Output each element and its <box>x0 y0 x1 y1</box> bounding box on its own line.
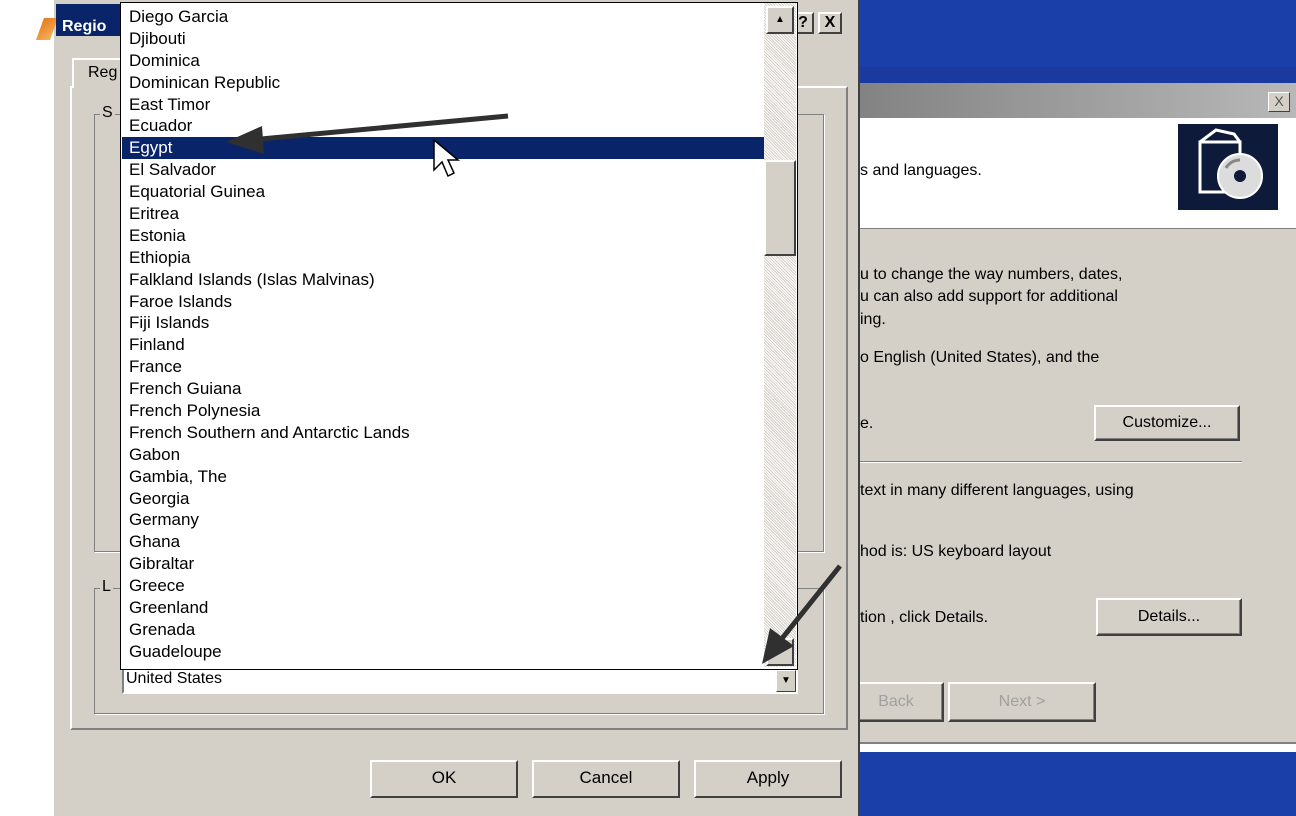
list-item[interactable]: French Southern and Antarctic Lands <box>122 422 764 444</box>
list-item[interactable]: Greenland <box>122 597 764 619</box>
list-item[interactable]: French Guiana <box>122 378 764 400</box>
list-item[interactable]: Gambia, The <box>122 466 764 488</box>
chevron-down-icon[interactable]: ▼ <box>776 670 796 692</box>
customize-button[interactable]: Customize... <box>1094 405 1240 441</box>
list-item[interactable]: Guadeloupe <box>122 641 764 663</box>
list-item[interactable]: East Timor <box>122 94 764 116</box>
list-item[interactable]: Grenada <box>122 619 764 641</box>
list-item[interactable]: Gibraltar <box>122 553 764 575</box>
scroll-down-arrow-icon[interactable]: ▼ <box>766 638 794 666</box>
cancel-button[interactable]: Cancel <box>532 760 680 798</box>
wizard-locale-text: o English (United States), and the <box>860 349 1100 366</box>
list-item[interactable]: Falkland Islands (Islas Malvinas) <box>122 269 764 291</box>
scroll-up-arrow-icon[interactable]: ▲ <box>766 6 794 34</box>
dropdown-scrollbar[interactable] <box>764 3 796 667</box>
country-list: Diego Garcia Djibouti Dominica Dominican… <box>122 6 764 663</box>
standards-group-label: S <box>100 104 115 122</box>
wizard-bottom-separator <box>838 742 1296 744</box>
wizard-details-line: tion , click Details. <box>860 609 989 626</box>
list-item[interactable]: Eritrea <box>122 203 764 225</box>
wizard-text-input-line: text in many different languages, using <box>860 482 1134 499</box>
wizard-separator <box>860 461 1242 463</box>
list-item[interactable]: French Polynesia <box>122 400 764 422</box>
list-item[interactable]: Georgia <box>122 488 764 510</box>
location-select-value: United States <box>126 670 223 687</box>
apply-button[interactable]: Apply <box>694 760 842 798</box>
wizard-desc-line3: ing. <box>860 311 886 328</box>
list-item[interactable]: France <box>122 356 764 378</box>
list-item[interactable]: Ghana <box>122 531 764 553</box>
list-item[interactable]: Ethiopia <box>122 247 764 269</box>
wizard-close-button[interactable]: X <box>1268 92 1290 112</box>
ok-button[interactable]: OK <box>370 760 518 798</box>
dialog-title: Regio <box>62 18 107 35</box>
next-button[interactable]: Next > <box>948 682 1096 722</box>
list-item[interactable]: Gabon <box>122 444 764 466</box>
list-item-selected[interactable]: Egypt <box>122 137 764 160</box>
wizard-desc-line2: u can also add support for additional <box>860 288 1118 305</box>
location-group-label: L <box>100 578 113 596</box>
wizard-title-bar <box>838 83 1296 118</box>
list-item[interactable]: Finland <box>122 334 764 356</box>
details-button[interactable]: Details... <box>1096 598 1242 636</box>
list-item[interactable]: Dominica <box>122 50 764 72</box>
wizard-line-e: e. <box>860 415 874 432</box>
wizard-keyboard-line: hod is: US keyboard layout <box>860 543 1052 560</box>
close-button[interactable]: X <box>818 12 842 34</box>
list-item[interactable]: Fiji Islands <box>122 312 764 334</box>
list-item[interactable]: El Salvador <box>122 159 764 181</box>
list-item[interactable]: Estonia <box>122 225 764 247</box>
list-item[interactable]: Djibouti <box>122 28 764 50</box>
wizard-desc-line1: u to change the way numbers, dates, <box>860 266 1123 283</box>
list-item[interactable]: Faroe Islands <box>122 291 764 313</box>
list-item[interactable]: Greece <box>122 575 764 597</box>
list-item[interactable]: Germany <box>122 509 764 531</box>
scrollbar-thumb[interactable] <box>764 160 796 256</box>
setup-disc-icon <box>1178 124 1278 210</box>
list-item[interactable]: Ecuador <box>122 115 764 137</box>
tab-regional-label: Reg <box>88 64 118 81</box>
wizard-header-text: s and languages. <box>860 162 982 179</box>
location-select[interactable] <box>122 668 798 694</box>
list-item[interactable]: Diego Garcia <box>122 6 764 28</box>
list-item[interactable]: Dominican Republic <box>122 72 764 94</box>
list-item[interactable]: Equatorial Guinea <box>122 181 764 203</box>
